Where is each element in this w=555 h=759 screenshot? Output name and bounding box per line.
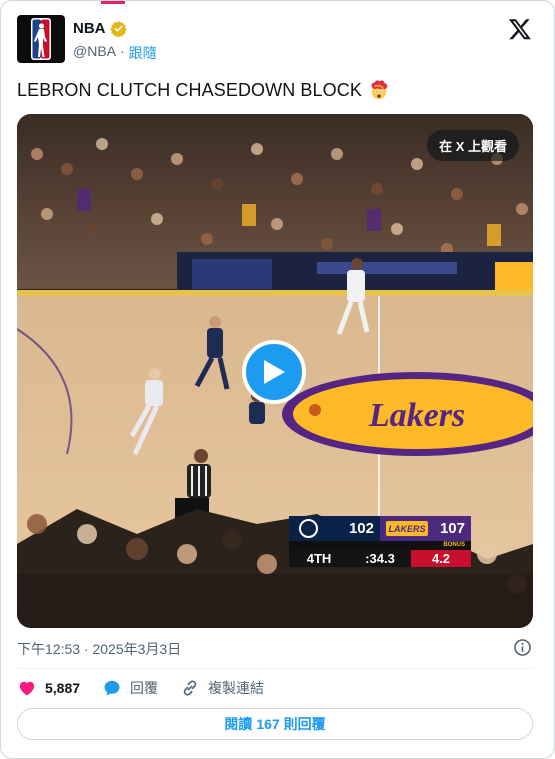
- home-team-logo: LAKERS: [386, 521, 428, 536]
- heart-icon: [19, 681, 35, 696]
- read-replies-button[interactable]: 閱讀 167 則回覆: [17, 708, 533, 740]
- svg-text:Lakers: Lakers: [368, 397, 465, 434]
- info-icon[interactable]: [513, 638, 532, 657]
- tweet-text-content: LEBRON CLUTCH CHASEDOWN BLOCK: [17, 79, 362, 100]
- avatar[interactable]: [17, 15, 65, 63]
- account-name-row: NBA: [73, 20, 127, 37]
- copy-link-button[interactable]: 複製連結: [180, 678, 264, 698]
- follow-link[interactable]: 跟隨: [129, 43, 157, 63]
- handle-row: @NBA · 跟隨: [73, 43, 157, 63]
- account-handle[interactable]: @NBA: [73, 43, 116, 63]
- verified-badge-icon: [109, 21, 127, 37]
- away-score: 102: [348, 520, 374, 537]
- nba-logo-icon: [31, 18, 51, 60]
- reply-label: 回覆: [130, 680, 159, 696]
- actions-bar: 5,887 回覆 複製連結: [17, 678, 286, 698]
- read-replies-suffix: 則回覆: [283, 716, 326, 732]
- home-team-score-box: LAKERS 107: [380, 516, 471, 541]
- exploding-head-emoji-icon: [371, 80, 388, 100]
- like-button[interactable]: 5,887: [17, 678, 80, 698]
- like-count: 5,887: [45, 680, 81, 696]
- divider: [17, 668, 534, 669]
- game-clock: :34.3: [365, 551, 395, 566]
- x-logo-icon[interactable]: [508, 17, 532, 41]
- reply-bubble-icon: [104, 680, 120, 696]
- quarter-label: 4TH: [306, 551, 332, 566]
- home-score: 107: [439, 520, 465, 537]
- tweet-embed-card: NBA @NBA · 跟隨 LEBRON CLUTCH CHASEDOWN BL…: [0, 0, 555, 759]
- bonus-label: BONUS: [443, 542, 465, 548]
- away-team-logo-icon: [299, 519, 318, 538]
- scoreboard: 102 LAKERS 107 BONUS 4TH :34.3 4.2: [289, 516, 471, 567]
- copy-link-label: 複製連結: [208, 680, 265, 696]
- play-icon: [264, 360, 285, 384]
- account-name[interactable]: NBA: [73, 20, 106, 37]
- shot-clock: 4.2: [411, 550, 471, 567]
- tweet-text: LEBRON CLUTCH CHASEDOWN BLOCK: [17, 79, 390, 101]
- video-player[interactable]: Lakers 在 X 上觀看 102 LAKERS 107 BONUS 4TH …: [17, 114, 533, 628]
- watch-on-x-button[interactable]: 在 X 上觀看: [427, 130, 519, 161]
- read-replies-prefix: 閱讀: [224, 716, 253, 732]
- reply-button[interactable]: 回覆: [102, 678, 158, 698]
- link-icon: [183, 680, 197, 696]
- tweet-timestamp[interactable]: 下午12:53 · 2025年3月3日: [17, 639, 181, 659]
- top-accent-bar: [101, 1, 125, 4]
- scoreboard-timeouts-row: BONUS: [289, 541, 471, 550]
- away-team-score-box: 102: [289, 516, 380, 541]
- separator-dot: ·: [120, 43, 125, 59]
- read-replies-count: 167: [256, 716, 280, 732]
- play-button[interactable]: [242, 340, 306, 404]
